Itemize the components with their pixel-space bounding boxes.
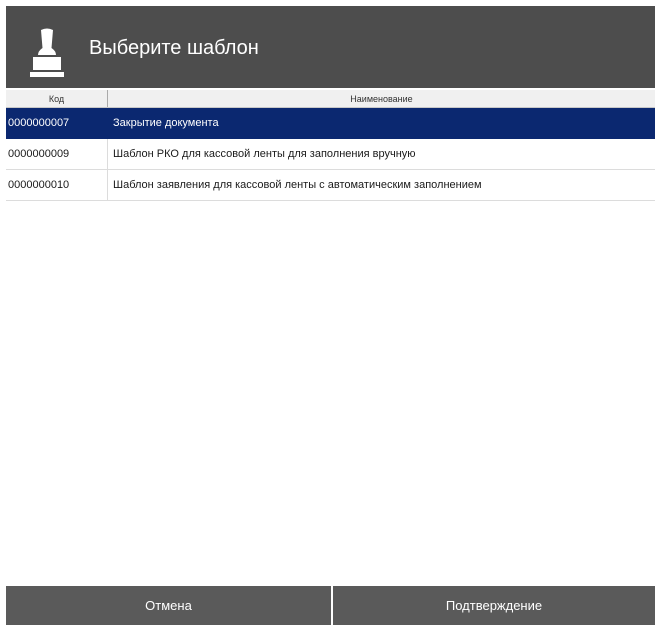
table-row[interactable]: 0000000007 Закрытие документа <box>6 108 655 139</box>
templates-table: Код Наименование 0000000007 Закрытие док… <box>6 90 655 201</box>
row-code: 0000000007 <box>6 108 108 138</box>
row-code: 0000000010 <box>6 170 108 200</box>
dialog-title: Выберите шаблон <box>89 37 259 59</box>
dialog-footer: Отмена Подтверждение <box>6 586 655 625</box>
stamp-icon <box>30 28 64 77</box>
table-row[interactable]: 0000000010 Шаблон заявления для кассовой… <box>6 170 655 201</box>
dialog-header: Выберите шаблон <box>6 6 655 88</box>
column-header-name[interactable]: Наименование <box>108 90 655 107</box>
row-name: Шаблон РКО для кассовой ленты для заполн… <box>113 148 416 160</box>
cancel-button[interactable]: Отмена <box>6 586 333 625</box>
row-name: Шаблон заявления для кассовой ленты с ав… <box>113 179 482 191</box>
column-header-code[interactable]: Код <box>6 90 108 107</box>
confirm-button[interactable]: Подтверждение <box>333 586 655 625</box>
table-row[interactable]: 0000000009 Шаблон РКО для кассовой ленты… <box>6 139 655 170</box>
template-select-dialog: Выберите шаблон Код Наименование 0000000… <box>6 6 655 625</box>
row-name: Закрытие документа <box>113 117 219 129</box>
row-code: 0000000009 <box>6 139 108 169</box>
table-header: Код Наименование <box>6 90 655 108</box>
